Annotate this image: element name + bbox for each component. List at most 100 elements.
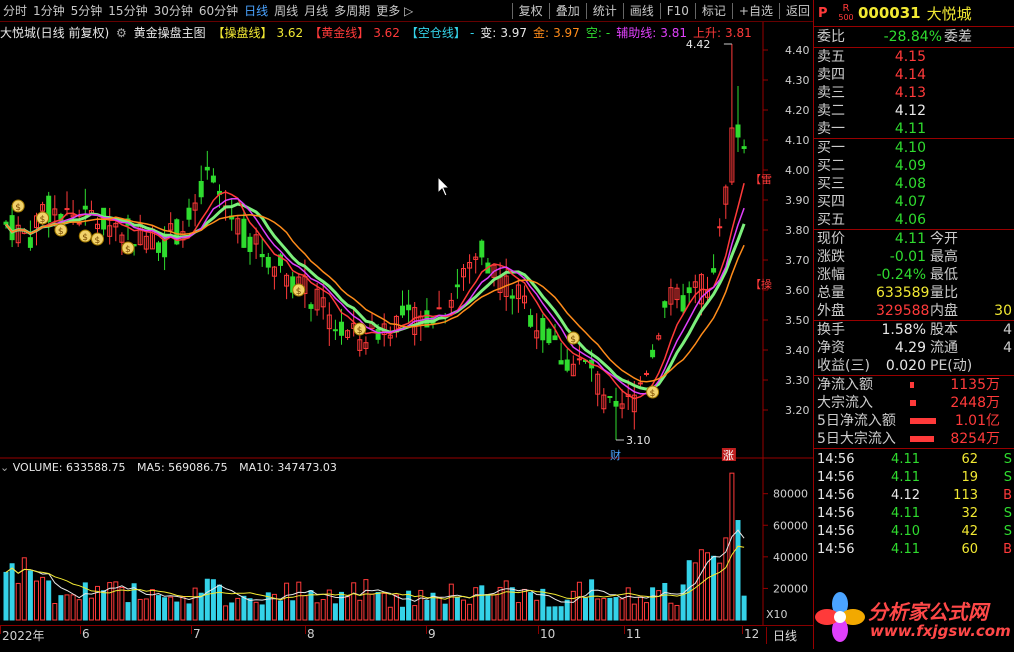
x-axis: 日线 2022年 6 7 8 9 10 11 12 <box>0 625 813 649</box>
volume-bar <box>332 603 338 621</box>
stat-label: 收益(三) <box>817 358 870 374</box>
volume-bar <box>296 581 302 621</box>
volume-bar <box>662 582 668 621</box>
tick-row: 14:56 4.12 113 B <box>814 487 1014 505</box>
asks-row: 卖四 4.14 <box>814 66 1014 84</box>
tick-volume: 32 <box>961 506 978 521</box>
level-label: 卖五 <box>817 49 845 65</box>
finance-tag[interactable]: 财 <box>610 448 621 462</box>
stat-row: 总量 633589 量比 <box>814 284 1014 302</box>
stat-row: 换手 1.58% 股本 4 <box>814 321 1014 339</box>
tool-button-4[interactable]: F10 <box>664 0 692 22</box>
volume-bar <box>351 582 357 621</box>
bids-row: 买三 4.08 <box>814 175 1014 193</box>
volume-bar <box>515 602 521 621</box>
volume-bar <box>345 596 351 621</box>
period-tab-1[interactable]: 1分钟 <box>30 0 68 22</box>
volume-bar <box>314 602 320 621</box>
level-price[interactable]: 4.12 <box>876 102 926 120</box>
volume-bar <box>522 588 527 621</box>
chevron-down-icon[interactable]: ⌄ <box>0 461 9 474</box>
candle-body <box>186 207 192 220</box>
volume-bar <box>412 605 418 621</box>
volume-bar <box>619 598 625 621</box>
price-tick-label: 3.40 <box>785 344 810 357</box>
money-bag-icon: $ <box>292 283 306 297</box>
tool-button-6[interactable]: +自选 <box>736 0 776 22</box>
volume-bar <box>290 600 296 621</box>
period-tab-0[interactable]: 分时 <box>0 0 30 22</box>
period-tab-4[interactable]: 30分钟 <box>151 0 196 22</box>
tick-volume: 42 <box>961 524 978 539</box>
stat-value: -0.24% <box>876 267 926 283</box>
price-tick-label: 3.30 <box>785 374 810 387</box>
candle-body <box>406 304 412 311</box>
period-tab-7[interactable]: 周线 <box>271 0 301 22</box>
tool-button-5[interactable]: 标记 <box>699 0 729 22</box>
stat-label-right: 今开 <box>930 231 958 247</box>
kline-chart[interactable]: 4.40 4.30 4.20 4.10 4.00 3.90 3.80 3.70 3.60 3.50… <box>0 22 813 625</box>
level-price[interactable]: 4.07 <box>876 193 926 211</box>
volume-bar <box>564 599 570 621</box>
x-tick-label: 6 <box>82 627 90 641</box>
trend-line-red <box>5 183 745 400</box>
tool-button-1[interactable]: 叠加 <box>553 0 583 22</box>
period-tab-8[interactable]: 月线 <box>301 0 331 22</box>
fundamentals: 换手 1.58% 股本 4 净资 4.29 流通 4 收益(三) 0.020 PE(动) <box>814 321 1014 376</box>
volume-bar <box>552 606 558 621</box>
volume-bar <box>729 472 735 621</box>
x-tick-label: 12 <box>744 627 760 641</box>
watermark-url: www.fxjgsw.com <box>870 622 1011 640</box>
tool-button-3[interactable]: 画线 <box>627 0 657 22</box>
money-bag-glyph: $ <box>570 335 576 345</box>
tool-button-2[interactable]: 统计 <box>590 0 620 22</box>
level-price[interactable]: 4.11 <box>876 120 926 138</box>
tool-button-7[interactable]: 返回 <box>783 0 813 22</box>
asks-row: 卖一 4.11 <box>814 120 1014 138</box>
money-bag-glyph: $ <box>58 227 64 237</box>
volume-bar <box>64 594 70 621</box>
level-price[interactable]: 4.14 <box>876 66 926 84</box>
volume-bar <box>680 584 686 621</box>
money-bag-icon: $ <box>353 322 367 336</box>
flow-bar-fill <box>910 382 914 388</box>
period-tab-5[interactable]: 60分钟 <box>196 0 241 22</box>
volume-bar <box>491 594 497 621</box>
volume-bar <box>137 598 143 621</box>
volume-bar <box>406 590 412 621</box>
stat-label: 涨跌 <box>817 249 845 265</box>
volume-bar <box>650 587 656 621</box>
level-price[interactable]: 4.08 <box>876 175 926 193</box>
stat-label: 现价 <box>817 231 845 247</box>
flow-row: 5日净流入额 1.01亿 <box>814 412 1014 430</box>
candle-body <box>741 146 747 149</box>
r-badge-sub: 500 <box>838 13 854 22</box>
volume-bar <box>27 570 33 621</box>
period-tab-6[interactable]: 日线 <box>241 0 271 22</box>
rise-tag[interactable]: 涨 <box>723 449 734 462</box>
tick-flag: B <box>1003 488 1012 503</box>
volume-bar <box>235 597 241 621</box>
tool-button-0[interactable]: 复权 <box>516 0 546 22</box>
tick-price: 4.11 <box>891 506 920 521</box>
volume-bar <box>644 602 649 621</box>
stat-label-right: 最低 <box>930 267 958 283</box>
x-tick-label: 11 <box>626 627 642 641</box>
weibi-value: -28.84% <box>883 29 942 45</box>
level-price[interactable]: 4.13 <box>876 84 926 102</box>
p-badge: P <box>818 5 828 21</box>
level-price[interactable]: 4.09 <box>876 157 926 175</box>
period-label[interactable]: 日线 <box>765 627 797 644</box>
money-bag-glyph: $ <box>15 203 21 213</box>
candle-body <box>680 295 686 312</box>
stat-value: 4.11 <box>894 231 926 247</box>
period-tab-9[interactable]: 多周期 <box>331 0 373 22</box>
period-tab-10[interactable]: 更多 ▷ <box>373 0 416 22</box>
level-price[interactable]: 4.15 <box>876 48 926 66</box>
period-tab-2[interactable]: 5分钟 <box>68 0 106 22</box>
stat-value: -0.01 <box>889 249 926 265</box>
period-tab-3[interactable]: 15分钟 <box>105 0 150 22</box>
level-price[interactable]: 4.06 <box>876 211 926 229</box>
candle-body <box>528 315 534 327</box>
level-price[interactable]: 4.10 <box>876 139 926 157</box>
